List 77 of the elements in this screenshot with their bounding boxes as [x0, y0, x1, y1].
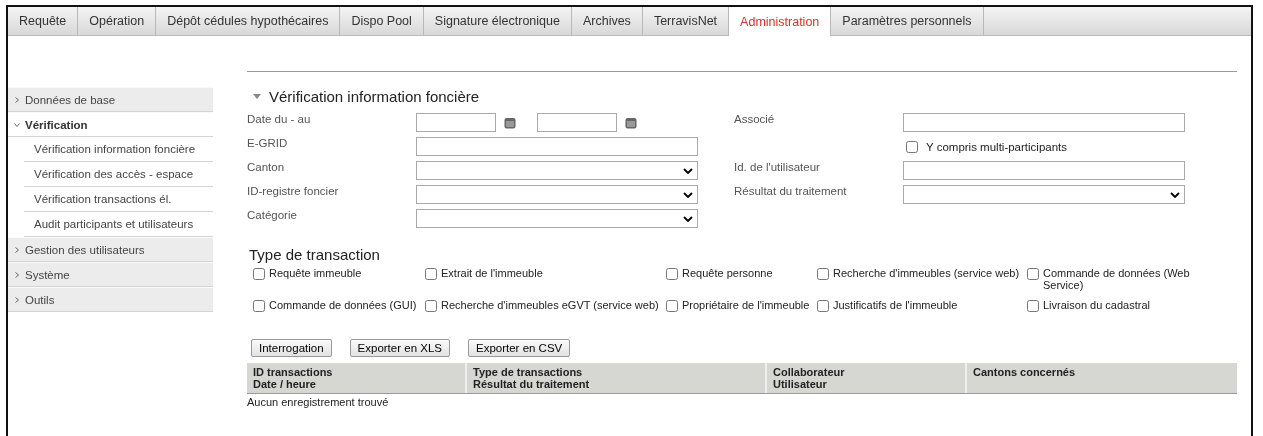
checkbox-label: Requête immeuble [269, 267, 362, 279]
field-label: E-GRID [247, 137, 289, 149]
checkbox-label: Justificatifs de l'immeuble [833, 299, 958, 311]
dropdown[interactable] [416, 185, 698, 204]
column-heading: Utilisateur [773, 378, 827, 390]
sidebar-section[interactable]: Gestion des utilisateurs [8, 237, 213, 262]
section-title: Vérification information foncière [269, 88, 480, 105]
caret-right-icon [14, 246, 20, 253]
sidebar-section[interactable]: Vérification [8, 112, 213, 137]
checkbox[interactable] [817, 300, 829, 312]
checkbox[interactable] [1027, 300, 1039, 312]
nav-tab[interactable]: Dispo Pool [340, 7, 424, 35]
chevron-down-icon [1170, 191, 1180, 198]
nav-tab[interactable]: Requête [8, 7, 79, 35]
checkbox-label: Extrait de l'immeuble [441, 267, 543, 279]
column-heading: Collaborateur [773, 366, 845, 378]
caret-right-icon [14, 296, 20, 303]
nav-tab[interactable]: Opération [78, 7, 157, 35]
checkbox[interactable] [425, 268, 437, 280]
sidebar-section[interactable]: Système [8, 262, 213, 287]
field-label: ID-registre foncier [247, 185, 340, 197]
field-label: Résultat du traitement [734, 185, 848, 197]
caret-down-icon[interactable] [253, 94, 261, 99]
caret-down-icon [14, 121, 20, 128]
checkbox-label: Requête personne [682, 267, 773, 279]
checkbox[interactable] [253, 300, 265, 312]
checkbox[interactable] [906, 140, 918, 153]
sidebar-section[interactable]: Données de base [8, 87, 213, 112]
checkbox[interactable] [817, 268, 829, 280]
caret-right-icon [14, 96, 20, 103]
text-field[interactable] [903, 161, 1185, 180]
dropdown[interactable] [416, 209, 698, 228]
checkbox[interactable] [253, 268, 265, 280]
field-label: Catégorie [247, 209, 298, 221]
empty-message: Aucun enregistrement trouvé [247, 396, 389, 408]
nav-tab[interactable]: Paramètres personnels [831, 7, 984, 35]
chevron-down-icon [683, 215, 693, 222]
chevron-down-icon [683, 167, 693, 174]
checkbox-label: Commande de données (GUI) [269, 299, 417, 311]
column-heading: Date / heure [253, 378, 316, 390]
nav-tab[interactable]: Archives [571, 7, 643, 35]
date-field[interactable] [416, 113, 496, 132]
checkbox-label: Propriétaire de l'immeuble [682, 299, 810, 311]
caret-right-icon [14, 271, 20, 278]
column-heading: Cantons concernés [973, 366, 1076, 378]
checkbox-label: Recherche d'immeubles eGVT (service web) [441, 299, 659, 311]
nav-tab[interactable]: Dépôt cédules hypothécaires [156, 7, 341, 35]
field-label: Id. de l'utilisateur [734, 161, 821, 173]
sidebar-section[interactable]: Outils [8, 287, 213, 312]
field-label: Canton [247, 161, 286, 173]
column-heading: ID transactions [253, 366, 333, 378]
section-heading: Type de transaction [249, 246, 381, 263]
action-button[interactable]: Exporter en CSV [467, 339, 571, 357]
checkbox-label: Livraison du cadastral [1043, 299, 1150, 311]
text-field[interactable] [903, 113, 1185, 132]
dropdown[interactable] [416, 161, 698, 180]
nav-tab[interactable]: Administration [729, 7, 832, 36]
checkbox-label: Y compris multi-participants [926, 140, 1068, 153]
column-heading: Résultat du traitement [473, 378, 590, 390]
calendar-icon[interactable] [504, 116, 516, 129]
nav-tab[interactable]: Signature électronique [423, 7, 572, 35]
action-button[interactable]: Interrogation [251, 339, 332, 357]
checkbox[interactable] [666, 300, 678, 312]
field-label: Associé [734, 113, 776, 125]
calendar-icon[interactable] [625, 116, 637, 129]
date-field[interactable] [537, 113, 617, 132]
checkbox[interactable] [425, 300, 437, 312]
dropdown[interactable] [903, 185, 1185, 204]
chevron-down-icon [683, 191, 693, 198]
text-field[interactable] [416, 137, 698, 156]
checkbox[interactable] [1027, 268, 1039, 280]
field-label: Date du - au [247, 113, 312, 125]
column-heading: Type de transactions [473, 366, 583, 378]
action-button[interactable]: Exporter en XLS [349, 339, 450, 357]
checkbox-label: Recherche d'immeubles (service web) [833, 267, 1020, 279]
checkbox[interactable] [666, 268, 678, 280]
checkbox-label: Commande de données (Web Service) [1043, 267, 1191, 291]
